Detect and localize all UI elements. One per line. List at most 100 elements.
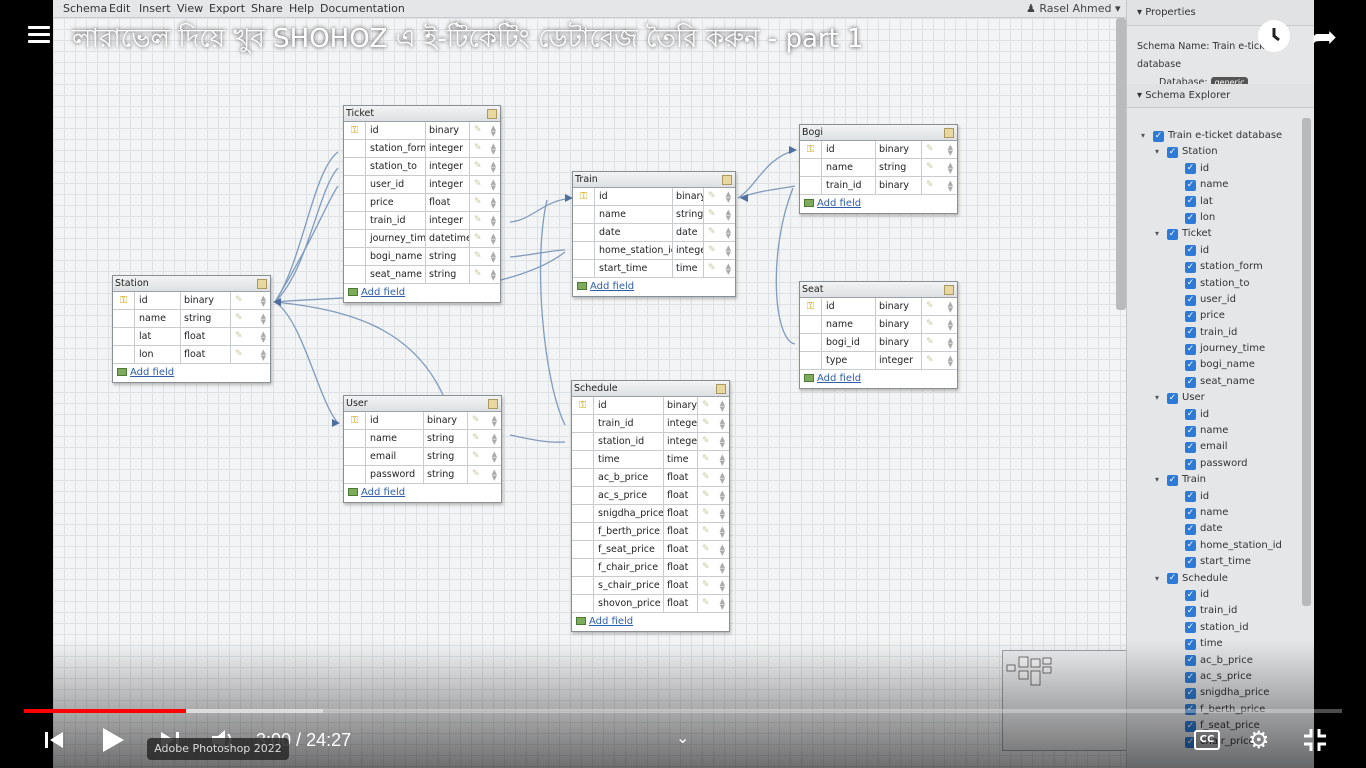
tree-field[interactable]: ✓ train_id <box>1141 603 1309 619</box>
field-row[interactable]: name string ✎ ▲ ▼ <box>573 206 735 224</box>
tree-field[interactable]: ✓ lon <box>1141 210 1309 226</box>
reorder-icon[interactable]: ▲ ▼ <box>261 349 266 362</box>
field-row[interactable]: s_chair_price float ✎ ▲ ▼ <box>572 577 729 595</box>
checkbox[interactable]: ✓ <box>1185 409 1196 421</box>
field-type[interactable]: integer <box>664 433 698 450</box>
field-row[interactable]: user_id integer ✎ ▲ ▼ <box>344 176 500 194</box>
field-row[interactable]: name string ✎ ▲ ▼ <box>800 159 957 177</box>
reorder-icon[interactable]: ▲ ▼ <box>491 197 496 210</box>
field-name[interactable]: train_id <box>594 415 664 432</box>
field-type[interactable]: binary <box>876 298 922 315</box>
table-header[interactable]: User <box>344 396 501 412</box>
reorder-icon[interactable]: ▲ ▼ <box>491 125 496 138</box>
field-type[interactable]: integer <box>426 212 470 229</box>
field-name[interactable]: shovon_price <box>594 595 664 612</box>
checkbox[interactable]: ✓ <box>1185 310 1196 322</box>
pencil-icon[interactable]: ✎ <box>708 228 718 237</box>
checkbox[interactable]: ✓ <box>1185 163 1196 175</box>
field-type[interactable]: float <box>664 487 698 504</box>
field-type[interactable]: string <box>181 310 231 327</box>
tree-table[interactable]: ▾ ✓ Station <box>1141 144 1309 160</box>
field-row[interactable]: seat_name string ✎ ▲ ▼ <box>344 266 500 284</box>
reorder-icon[interactable]: ▲ ▼ <box>491 143 496 156</box>
field-name[interactable]: id <box>595 188 673 205</box>
reorder-icon[interactable]: ▲ ▼ <box>720 598 725 611</box>
add-field-link[interactable]: Add field <box>800 195 957 213</box>
reorder-icon[interactable]: ▲ ▼ <box>491 161 496 174</box>
field-row[interactable]: ac_s_price float ✎ ▲ ▼ <box>572 487 729 505</box>
field-type[interactable]: binary <box>673 188 704 205</box>
field-name[interactable]: seat_name <box>366 266 426 283</box>
checkbox[interactable]: ✓ <box>1167 229 1178 241</box>
checkbox[interactable]: ✓ <box>1167 474 1178 486</box>
field-row[interactable]: start_time time ✎ ▲ ▼ <box>573 260 735 278</box>
tree-field[interactable]: ✓ name <box>1141 423 1309 439</box>
pencil-icon[interactable]: ✎ <box>474 270 484 279</box>
menu-item-documentation[interactable]: Documentation <box>320 2 405 15</box>
tree-field[interactable]: ✓ id <box>1141 587 1309 603</box>
field-type[interactable]: float <box>664 541 698 558</box>
field-row[interactable]: ⚿ id binary ✎ ▲ ▼ <box>572 397 729 415</box>
tree-field[interactable]: ✓ price <box>1141 308 1309 324</box>
pencil-icon[interactable]: ✎ <box>926 302 936 311</box>
checkbox[interactable]: ✓ <box>1185 524 1196 536</box>
reorder-icon[interactable]: ▲ ▼ <box>720 526 725 539</box>
tree-root[interactable]: ▾ ✓ Train e-ticket database <box>1141 128 1309 144</box>
field-type[interactable]: string <box>424 448 468 465</box>
field-name[interactable]: lat <box>135 328 181 345</box>
checkbox[interactable]: ✓ <box>1167 573 1178 585</box>
menu-item-view[interactable]: View <box>177 2 203 15</box>
checkbox[interactable]: ✓ <box>1185 327 1196 339</box>
field-name[interactable]: station_id <box>594 433 664 450</box>
field-type[interactable]: time <box>664 451 698 468</box>
field-name[interactable]: price <box>366 194 426 211</box>
checkbox[interactable]: ✓ <box>1185 606 1196 618</box>
progress-bar[interactable] <box>24 709 1342 713</box>
reorder-icon[interactable]: ▲ ▼ <box>726 245 731 258</box>
table-header[interactable]: Seat <box>800 282 957 298</box>
reorder-icon[interactable]: ▲ ▼ <box>726 191 731 204</box>
checkbox[interactable]: ✓ <box>1185 278 1196 290</box>
reorder-icon[interactable]: ▲ ▼ <box>261 313 266 326</box>
checkbox[interactable]: ✓ <box>1185 442 1196 454</box>
field-type[interactable]: binary <box>876 334 922 351</box>
field-name[interactable]: f_berth_price <box>594 523 664 540</box>
tree-field[interactable]: ✓ bogi_name <box>1141 357 1309 373</box>
expand-caret-icon[interactable]: ▾ <box>1155 571 1167 587</box>
tree-field[interactable]: ✓ id <box>1141 243 1309 259</box>
field-type[interactable]: integer <box>876 352 922 369</box>
field-type[interactable]: integer <box>426 176 470 193</box>
pencil-icon[interactable]: ✎ <box>702 419 712 428</box>
add-field-link[interactable]: Add field <box>573 278 735 296</box>
field-name[interactable]: name <box>822 316 876 333</box>
tree-field[interactable]: ✓ email <box>1141 439 1309 455</box>
checkbox[interactable]: ✓ <box>1185 261 1196 273</box>
field-row[interactable]: ⚿ id binary ✎ ▲ ▼ <box>113 292 270 310</box>
edit-table-icon[interactable] <box>257 279 267 289</box>
field-type[interactable]: integer <box>673 242 704 259</box>
field-row[interactable]: name string ✎ ▲ ▼ <box>344 430 501 448</box>
tree-field[interactable]: ✓ name <box>1141 505 1309 521</box>
reorder-icon[interactable]: ▲ ▼ <box>491 215 496 228</box>
pencil-icon[interactable]: ✎ <box>702 527 712 536</box>
tree-field[interactable]: ✓ home_station_id <box>1141 538 1309 554</box>
table-station[interactable]: Station ⚿ id binary ✎ ▲ ▼ name string ✎ ▲ ▼ lat float… <box>112 275 271 383</box>
tree-table[interactable]: ▾ ✓ Schedule <box>1141 571 1309 587</box>
pencil-icon[interactable]: ✎ <box>472 434 482 443</box>
pencil-icon[interactable]: ✎ <box>235 314 245 323</box>
reorder-icon[interactable]: ▲ ▼ <box>261 331 266 344</box>
user-menu[interactable]: ♟ Rasel Ahmed ▾ <box>1026 2 1121 15</box>
field-row[interactable]: ⚿ id binary ✎ ▲ ▼ <box>344 412 501 430</box>
field-name[interactable]: s_chair_price <box>594 577 664 594</box>
field-row[interactable]: bogi_id binary ✎ ▲ ▼ <box>800 334 957 352</box>
tree-field[interactable]: ✓ journey_time <box>1141 341 1309 357</box>
menu-item-edit[interactable]: Edit <box>109 2 130 15</box>
field-type[interactable]: string <box>426 266 470 283</box>
checkbox[interactable]: ✓ <box>1185 491 1196 503</box>
checkbox[interactable]: ✓ <box>1185 179 1196 191</box>
field-type[interactable]: binary <box>876 316 922 333</box>
field-type[interactable]: float <box>664 577 698 594</box>
field-type[interactable]: binary <box>181 292 231 309</box>
pencil-icon[interactable]: ✎ <box>708 210 718 219</box>
captions-button[interactable]: CC <box>1194 730 1220 750</box>
